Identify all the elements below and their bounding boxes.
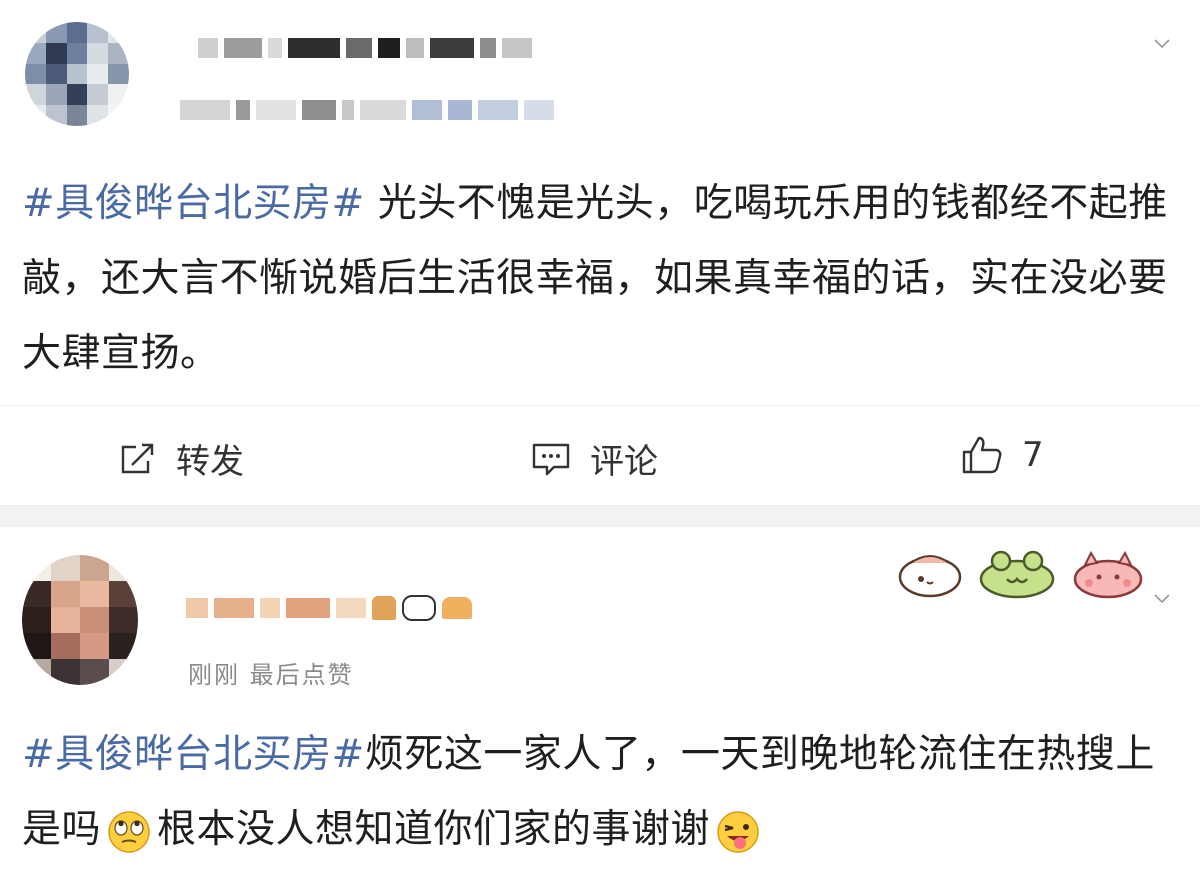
repost-icon [121, 443, 154, 473]
post-body-part2: 根本没人想知道你们家的事谢谢 [157, 807, 711, 852]
bread-sticker-icon [898, 555, 962, 598]
tongue-wink-emoji [717, 810, 759, 853]
pig-sticker-icon [1073, 550, 1143, 599]
post-text: #具俊晔台北买房#烦死这一家人了，一天到晚地轮流住在热搜上是吗 根本没人想知道你… [22, 717, 1182, 867]
like-count: 7 [1022, 435, 1044, 475]
comment-button[interactable]: 评论 [530, 434, 658, 483]
action-bar: 转发 评论 7 [0, 405, 1200, 506]
eye-roll-emoji [108, 810, 150, 853]
meta-pixelated [180, 100, 554, 120]
post-text: #具俊晔台北买房# 光头不愧是光头，吃喝玩乐用的钱都经不起推敲，还大言不惭说婚后… [22, 166, 1182, 391]
post-meta: 刚刚 最后点赞 [188, 661, 354, 689]
hashtag-link[interactable]: #具俊晔台北买房# [22, 732, 365, 777]
username-pixelated[interactable] [198, 38, 532, 58]
thumbs-up-icon [962, 436, 1002, 474]
username-pixelated[interactable] [186, 595, 472, 621]
post-card-2: 刚刚 最后点赞 #具俊晔台北买房#烦死这一家人了，一天到晚地轮流住在热搜上是吗 [0, 527, 1200, 877]
chevron-down-icon[interactable] [1153, 34, 1171, 52]
frog-sticker-icon [979, 550, 1055, 599]
chevron-down-icon[interactable] [1153, 589, 1171, 607]
comment-label: 评论 [590, 442, 658, 482]
hashtag-link[interactable]: #具俊晔台北买房# [22, 181, 365, 226]
post-separator [0, 505, 1200, 528]
sticker-row [897, 549, 1145, 599]
avatar[interactable] [25, 22, 129, 126]
repost-button[interactable]: 转发 [118, 434, 244, 483]
comment-icon [532, 443, 570, 475]
post-card-1: #具俊晔台北买房# 光头不愧是光头，吃喝玩乐用的钱都经不起推敲，还大言不惭说婚后… [0, 0, 1200, 505]
repost-label: 转发 [176, 442, 244, 482]
like-button[interactable]: 7 [960, 434, 1044, 476]
avatar[interactable] [22, 555, 138, 685]
